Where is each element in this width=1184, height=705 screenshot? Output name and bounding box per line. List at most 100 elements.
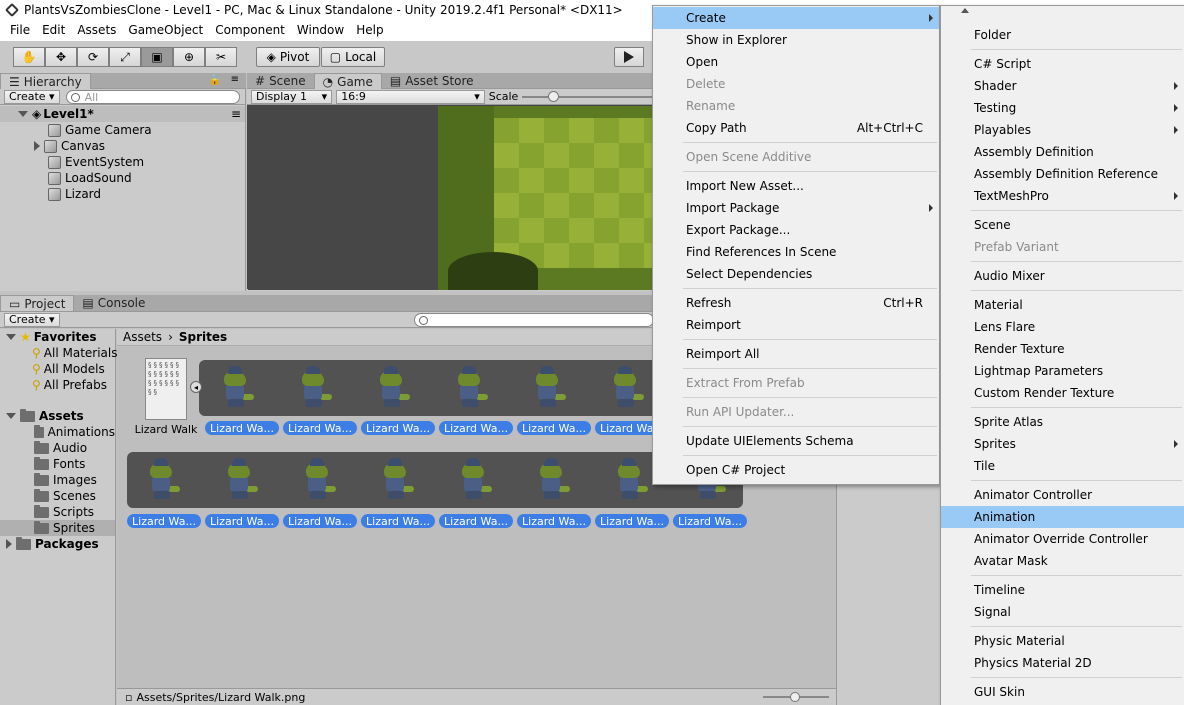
menu-item-open[interactable]: Open: [653, 51, 939, 73]
lizard-sprite-thumbnail[interactable]: [599, 453, 659, 505]
project-create-dropdown[interactable]: Create ▾: [4, 312, 60, 327]
menu-item-animator-override-controller[interactable]: Animator Override Controller: [941, 528, 1184, 550]
tab-hierarchy[interactable]: ☰ Hierarchy: [0, 73, 91, 89]
lizard-sprite-thumbnail[interactable]: [595, 361, 655, 413]
menu-item-animation[interactable]: Animation: [941, 506, 1184, 528]
sprite-label[interactable]: Lizard Wa...: [439, 514, 513, 528]
scene-row[interactable]: ◈ Level1* ≡: [0, 106, 245, 122]
menu-item-material[interactable]: Material: [941, 294, 1184, 316]
sprite-sheet-thumbnail[interactable]: §§§§§§§§§§§§§§§§§§§§: [145, 358, 187, 420]
hierarchy-item[interactable]: Game Camera: [0, 122, 245, 138]
menu-item-render-texture[interactable]: Render Texture: [941, 338, 1184, 360]
menu-assets[interactable]: Assets: [71, 21, 122, 41]
menu-item-animator-controller[interactable]: Animator Controller: [941, 484, 1184, 506]
menu-item-import-package[interactable]: Import Package: [653, 197, 939, 219]
menu-item-create[interactable]: Create: [653, 7, 939, 29]
menu-item-copy-path[interactable]: Copy Path Alt+Ctrl+C: [653, 117, 939, 139]
menu-item-lens-flare[interactable]: Lens Flare: [941, 316, 1184, 338]
lizard-sprite-thumbnail[interactable]: [287, 453, 347, 505]
collapse-icon[interactable]: ◂: [190, 381, 202, 393]
expand-icon[interactable]: [6, 413, 16, 419]
lizard-sprite-thumbnail[interactable]: [361, 361, 421, 413]
sprite-label[interactable]: Lizard Wa...: [673, 514, 747, 528]
menu-window[interactable]: Window: [291, 21, 350, 41]
menu-item-textmeshpro[interactable]: TextMeshPro: [941, 185, 1184, 207]
menu-item-assembly-definition[interactable]: Assembly Definition: [941, 141, 1184, 163]
menu-item-c-script[interactable]: C# Script: [941, 53, 1184, 75]
menu-edit[interactable]: Edit: [36, 21, 71, 41]
sprite-label[interactable]: Lizard Wa...: [127, 514, 201, 528]
move-tool-icon[interactable]: ✥: [45, 47, 77, 67]
hierarchy-item[interactable]: Canvas: [0, 138, 245, 154]
tab-console[interactable]: ▤ Console: [74, 295, 153, 311]
sprite-label[interactable]: Lizard Wa...: [205, 421, 279, 435]
project-search-input[interactable]: [414, 313, 654, 327]
asset-folder[interactable]: Animations: [0, 424, 115, 440]
tab-project[interactable]: ▭ Project: [0, 295, 75, 311]
lizard-sprite-thumbnail[interactable]: [131, 453, 191, 505]
menu-item-shader[interactable]: Shader: [941, 75, 1184, 97]
sprite-label[interactable]: Lizard Wa...: [439, 421, 513, 435]
local-toggle[interactable]: ▢ Local: [321, 47, 385, 67]
expand-icon[interactable]: [18, 111, 28, 117]
menu-item-physic-material[interactable]: Physic Material: [941, 630, 1184, 652]
slider-thumb[interactable]: [548, 90, 560, 102]
menu-item-sprites[interactable]: Sprites: [941, 433, 1184, 455]
menu-item-export-package[interactable]: Export Package...: [653, 219, 939, 241]
lizard-sprite-thumbnail[interactable]: [209, 453, 269, 505]
scale-tool-icon[interactable]: ⤢: [109, 47, 141, 67]
play-button[interactable]: [614, 47, 644, 67]
assets-row[interactable]: Assets: [0, 408, 115, 424]
sprite-label[interactable]: Lizard Wa...: [595, 514, 669, 528]
pivot-toggle[interactable]: ◈ Pivot: [256, 47, 320, 67]
breadcrumb-sprites[interactable]: Sprites: [179, 330, 227, 344]
game-viewport[interactable]: [247, 105, 658, 290]
menu-item-update-uielements-schema[interactable]: Update UIElements Schema: [653, 430, 939, 452]
tab-scene[interactable]: # Scene: [247, 73, 314, 89]
lizard-sprite-thumbnail[interactable]: [439, 361, 499, 413]
menu-item-assembly-definition-reference[interactable]: Assembly Definition Reference: [941, 163, 1184, 185]
menu-item-reimport[interactable]: Reimport: [653, 314, 939, 336]
asset-folder[interactable]: Scenes: [0, 488, 115, 504]
aspect-dropdown[interactable]: 16:9 ▾: [336, 89, 485, 104]
menu-file[interactable]: File: [4, 21, 36, 41]
scale-slider[interactable]: [522, 90, 657, 104]
hierarchy-item[interactable]: EventSystem: [0, 154, 245, 170]
lizard-sprite-thumbnail[interactable]: [365, 453, 425, 505]
menu-item-custom-render-texture[interactable]: Custom Render Texture: [941, 382, 1184, 404]
menu-item-refresh[interactable]: Refresh Ctrl+R: [653, 292, 939, 314]
transform-tool-icon[interactable]: ⊕: [173, 47, 205, 67]
menu-item-find-references-in-scene[interactable]: Find References In Scene: [653, 241, 939, 263]
lizard-sprite-thumbnail[interactable]: [283, 361, 343, 413]
menu-component[interactable]: Component: [209, 21, 291, 41]
menu-gameobject[interactable]: GameObject: [122, 21, 209, 41]
menu-item-playables[interactable]: Playables: [941, 119, 1184, 141]
menu-item-folder[interactable]: Folder: [941, 24, 1184, 46]
sprite-label[interactable]: Lizard Wa...: [283, 514, 357, 528]
hand-tool-icon[interactable]: ✋: [13, 47, 45, 67]
menu-item-avatar-mask[interactable]: Avatar Mask: [941, 550, 1184, 572]
menu-item-sprite-atlas[interactable]: Sprite Atlas: [941, 411, 1184, 433]
rect-tool-icon[interactable]: ▣: [141, 47, 173, 67]
expand-icon[interactable]: [6, 334, 16, 340]
panel-menu-icon[interactable]: ≡: [231, 74, 239, 85]
menu-item-show-in-explorer[interactable]: Show in Explorer: [653, 29, 939, 51]
menu-item-select-dependencies[interactable]: Select Dependencies: [653, 263, 939, 285]
favorite-item[interactable]: ⚲ All Models: [0, 361, 115, 377]
menu-item-import-new-asset[interactable]: Import New Asset...: [653, 175, 939, 197]
menu-item-testing[interactable]: Testing: [941, 97, 1184, 119]
hierarchy-search-input[interactable]: All: [65, 89, 240, 104]
lizard-sprite-thumbnail[interactable]: [443, 453, 503, 505]
menu-item-scene[interactable]: Scene: [941, 214, 1184, 236]
menu-item-audio-mixer[interactable]: Audio Mixer: [941, 265, 1184, 287]
lizard-sprite-thumbnail[interactable]: [521, 453, 581, 505]
menu-item-lightmap-parameters[interactable]: Lightmap Parameters: [941, 360, 1184, 382]
breadcrumb-assets[interactable]: Assets: [123, 330, 162, 344]
sprite-label[interactable]: Lizard Wa...: [361, 514, 435, 528]
asset-folder[interactable]: Scripts: [0, 504, 115, 520]
favorite-item[interactable]: ⚲ All Prefabs: [0, 377, 115, 393]
asset-folder[interactable]: Audio: [0, 440, 115, 456]
menu-item-gui-skin[interactable]: GUI Skin: [941, 681, 1184, 703]
menu-item-reimport-all[interactable]: Reimport All: [653, 343, 939, 365]
slider-thumb[interactable]: [790, 692, 800, 702]
